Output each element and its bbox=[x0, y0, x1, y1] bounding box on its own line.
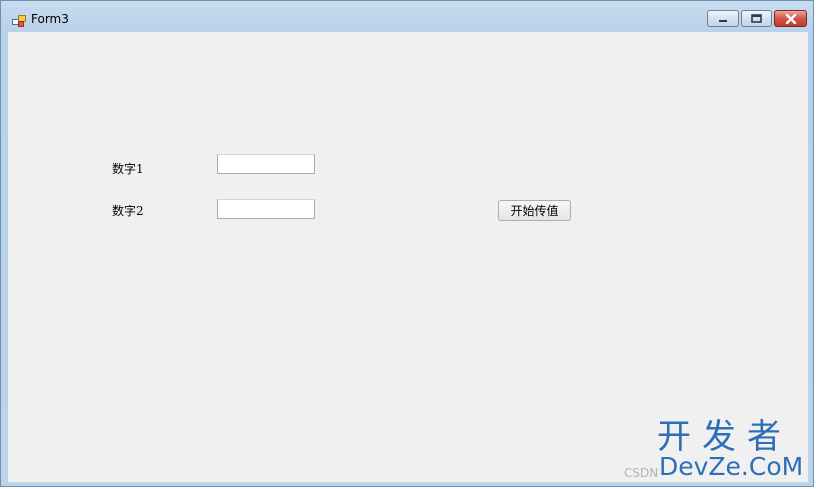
watermark-devze: DevZe.CoM bbox=[659, 452, 804, 481]
label-number2: 数字2 bbox=[112, 204, 144, 218]
app-icon[interactable] bbox=[12, 12, 26, 27]
window-title: Form3 bbox=[31, 12, 69, 26]
watermark-kaifazhe: 开发者 bbox=[657, 417, 792, 457]
title-bar[interactable]: Form3 bbox=[1, 1, 813, 31]
label-number1: 数字1 bbox=[112, 162, 144, 176]
number1-input[interactable] bbox=[217, 154, 315, 174]
start-transfer-button[interactable]: 开始传值 bbox=[498, 200, 571, 221]
number2-input[interactable] bbox=[217, 199, 315, 219]
close-icon bbox=[785, 13, 796, 24]
minimize-icon bbox=[719, 19, 727, 22]
watermark-csdn: CSDN bbox=[624, 466, 659, 480]
form3-window: Form3 数字1 数字2 开始传值 bbox=[0, 0, 814, 487]
maximize-icon bbox=[751, 14, 762, 23]
maximize-button[interactable] bbox=[741, 10, 772, 27]
close-button[interactable] bbox=[774, 10, 807, 27]
minimize-button[interactable] bbox=[707, 10, 739, 27]
form-client-area: 数字1 数字2 开始传值 bbox=[8, 32, 808, 482]
